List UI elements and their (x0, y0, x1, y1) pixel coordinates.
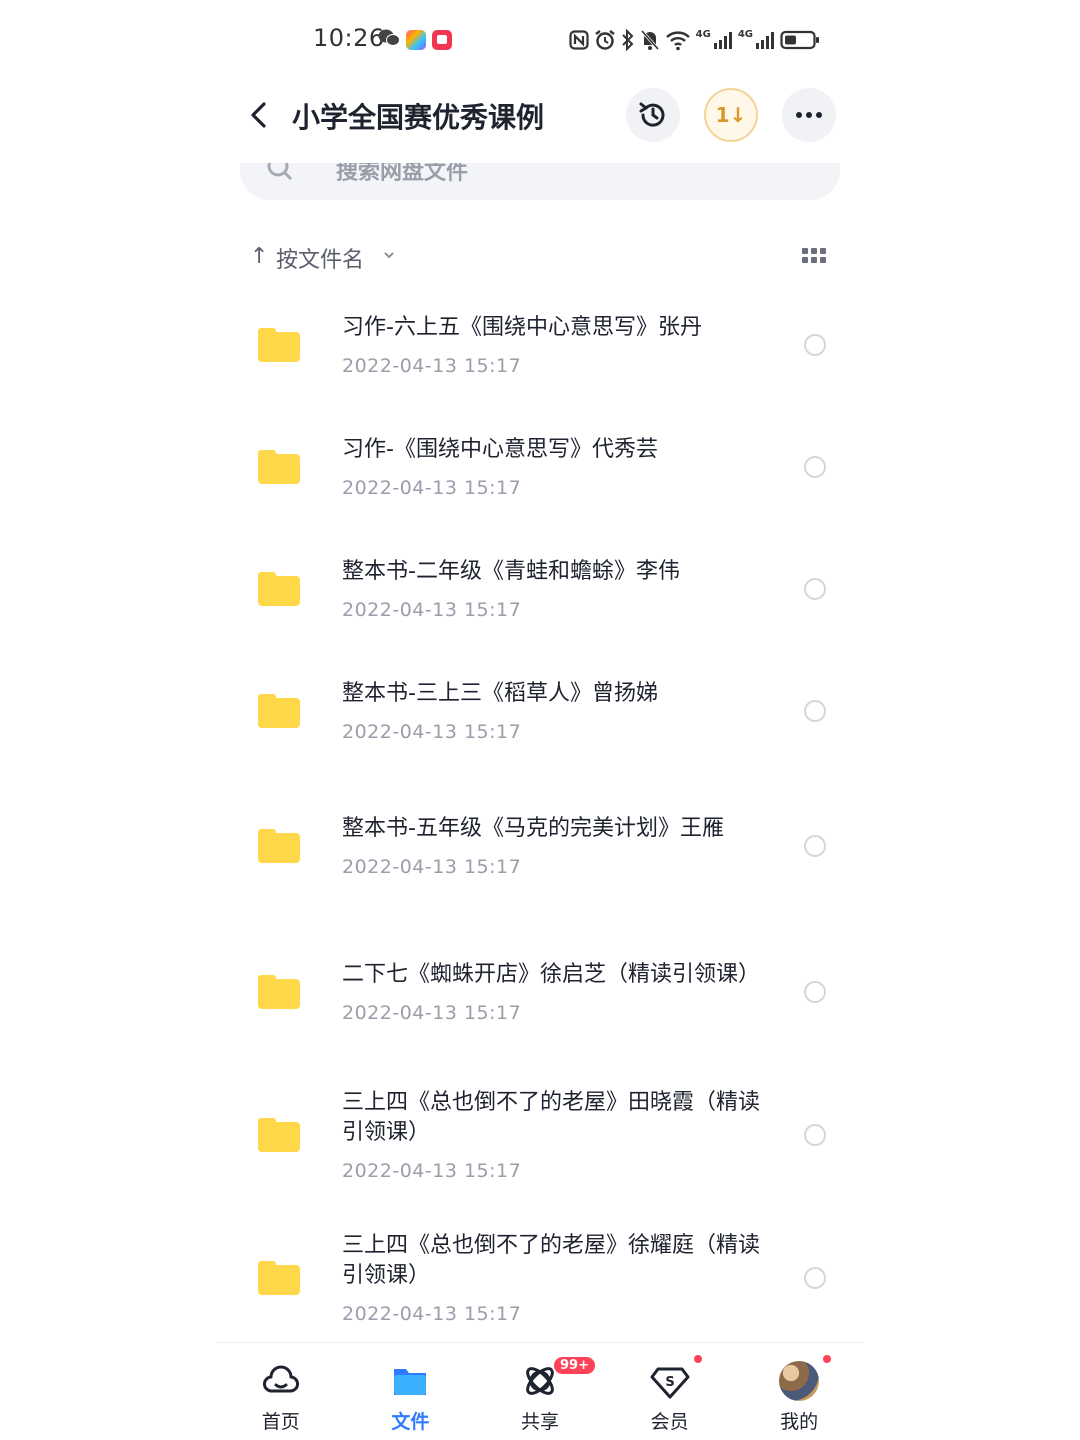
alarm-icon (594, 30, 615, 50)
file-date: 2022-04-13 15:17 (342, 1159, 522, 1182)
select-checkbox[interactable] (804, 578, 826, 600)
battery-icon (780, 30, 819, 50)
folder-icon (258, 694, 300, 728)
status-icons: 4G 4G (569, 26, 820, 54)
app-notification-icon-2 (432, 30, 452, 50)
tab-files-label: 文件 (391, 1411, 430, 1433)
wifi-icon (665, 31, 690, 51)
tab-share[interactable]: 99+ 共享 (490, 1343, 597, 1440)
file-name: 习作-六上五《围绕中心意思写》张丹 (342, 315, 702, 340)
bluetooth-icon (621, 29, 634, 51)
folder-icon (258, 450, 300, 484)
back-arrow-icon[interactable] (244, 100, 274, 130)
chevron-down-icon[interactable] (382, 248, 396, 262)
file-name: 习作-《围绕中心意思写》代秀芸 (342, 437, 658, 462)
tab-files[interactable]: 文件 (360, 1343, 460, 1440)
me-notification-dot (821, 1353, 834, 1365)
file-name: 三上四《总也倒不了的老屋》田晓霞（精读引领课） (342, 1089, 761, 1145)
status-bar: 10:26 4G 4G (216, 0, 864, 80)
file-name: 整本书-五年级《马克的完美计划》王雁 (342, 816, 724, 841)
status-time: 10:26 (313, 24, 385, 52)
file-row[interactable]: 习作-六上五《围绕中心意思写》张丹 2022-04-13 15:17 (216, 290, 864, 412)
file-row[interactable]: 二下七《蜘蛛开店》徐启芝（精读引领课） 2022-04-13 15:17 (216, 926, 864, 1069)
file-date: 2022-04-13 15:17 (342, 355, 522, 377)
file-date: 2022-04-13 15:17 (342, 1302, 522, 1325)
folder-icon (258, 1260, 300, 1295)
file-date: 2022-04-13 15:17 (342, 856, 522, 878)
folder-icon (258, 328, 300, 362)
tab-share-label: 共享 (520, 1411, 559, 1433)
file-name: 三上四《总也倒不了的老屋》徐耀庭（精读引领课） (342, 1232, 761, 1288)
bottom-tab-bar: 首页 文件 99+ 共享 S 会员 我的 (216, 1342, 864, 1440)
file-list: 习作-六上五《围绕中心意思写》张丹 2022-04-13 15:17 习作-《围… (216, 290, 864, 1355)
select-checkbox[interactable] (804, 456, 826, 478)
select-checkbox[interactable] (804, 980, 826, 1003)
select-checkbox[interactable] (804, 835, 826, 857)
file-date: 2022-04-13 15:17 (342, 721, 522, 743)
sort-row: ↑ 按文件名 (216, 232, 864, 280)
folder-icon (258, 1117, 300, 1152)
history-button[interactable] (626, 88, 680, 142)
cloud-home-icon (262, 1365, 299, 1393)
folder-files-icon (394, 1369, 427, 1395)
avatar (779, 1361, 820, 1401)
signal-icon-2 (756, 32, 774, 49)
more-dots-icon (796, 112, 822, 118)
share-badge: 99+ (551, 1355, 597, 1376)
network-type-1: 4G (695, 28, 711, 40)
file-date: 2022-04-13 15:17 (342, 599, 522, 621)
transfer-count: 1↓ (715, 103, 747, 127)
file-row[interactable]: 整本书-五年级《马克的完美计划》王雁 2022-04-13 15:17 (216, 778, 864, 926)
nfc-icon (569, 30, 589, 50)
file-date: 2022-04-13 15:17 (342, 477, 522, 499)
folder-icon (258, 572, 300, 606)
tab-home-label: 首页 (261, 1411, 300, 1433)
sort-direction-icon[interactable]: ↑ (250, 244, 268, 269)
file-name: 二下七《蜘蛛开店》徐启芝（精读引领课） (342, 961, 761, 987)
folder-icon (258, 829, 300, 863)
wechat-icon (378, 29, 400, 46)
phone-screen: 10:26 4G 4G 搜索网盘文件 小学全国赛优秀课例 1↓ ↑ 按文件名 习… (216, 0, 864, 1440)
network-type-2: 4G (737, 28, 753, 40)
tab-vip-label: 会员 (650, 1411, 689, 1433)
file-row[interactable]: 三上四《总也倒不了的老屋》田晓霞（精读引领课） 2022-04-13 15:17 (216, 1069, 864, 1212)
file-name: 整本书-三上三《稻草人》曾扬娣 (342, 681, 658, 706)
file-row[interactable]: 三上四《总也倒不了的老屋》徐耀庭（精读引领课） 2022-04-13 15:17 (216, 1212, 864, 1355)
sort-by-name-label[interactable]: 按文件名 (276, 242, 364, 274)
file-row[interactable]: 整本书-三上三《稻草人》曾扬娣 2022-04-13 15:17 (216, 656, 864, 778)
file-date: 2022-04-13 15:17 (342, 1001, 522, 1024)
tab-me[interactable]: 我的 (749, 1343, 849, 1440)
select-checkbox[interactable] (804, 1123, 826, 1146)
history-icon (639, 102, 665, 127)
select-checkbox[interactable] (804, 334, 826, 356)
file-row[interactable]: 整本书-二年级《青蛙和蟾蜍》李伟 2022-04-13 15:17 (216, 534, 864, 656)
mute-bell-icon (640, 30, 659, 50)
grid-view-icon[interactable] (802, 248, 826, 264)
tab-me-label: 我的 (780, 1411, 819, 1433)
tab-home[interactable]: 首页 (231, 1343, 331, 1440)
signal-icon (713, 32, 732, 49)
vip-notification-dot (691, 1353, 704, 1365)
page-title: 小学全国赛优秀课例 (292, 101, 545, 134)
select-checkbox[interactable] (804, 700, 826, 722)
vip-diamond-icon: S (650, 1367, 690, 1399)
app-notification-icon (406, 30, 426, 50)
transfer-button[interactable]: 1↓ (704, 88, 758, 142)
select-checkbox[interactable] (804, 1266, 826, 1289)
more-options-button[interactable] (782, 88, 836, 142)
file-row[interactable]: 习作-《围绕中心意思写》代秀芸 2022-04-13 15:17 (216, 412, 864, 534)
header: 小学全国赛优秀课例 1↓ (216, 80, 864, 164)
file-name: 整本书-二年级《青蛙和蟾蜍》李伟 (342, 559, 680, 584)
folder-icon (258, 974, 300, 1009)
svg-text:S: S (665, 1375, 674, 1390)
tab-vip[interactable]: S 会员 (620, 1343, 720, 1440)
